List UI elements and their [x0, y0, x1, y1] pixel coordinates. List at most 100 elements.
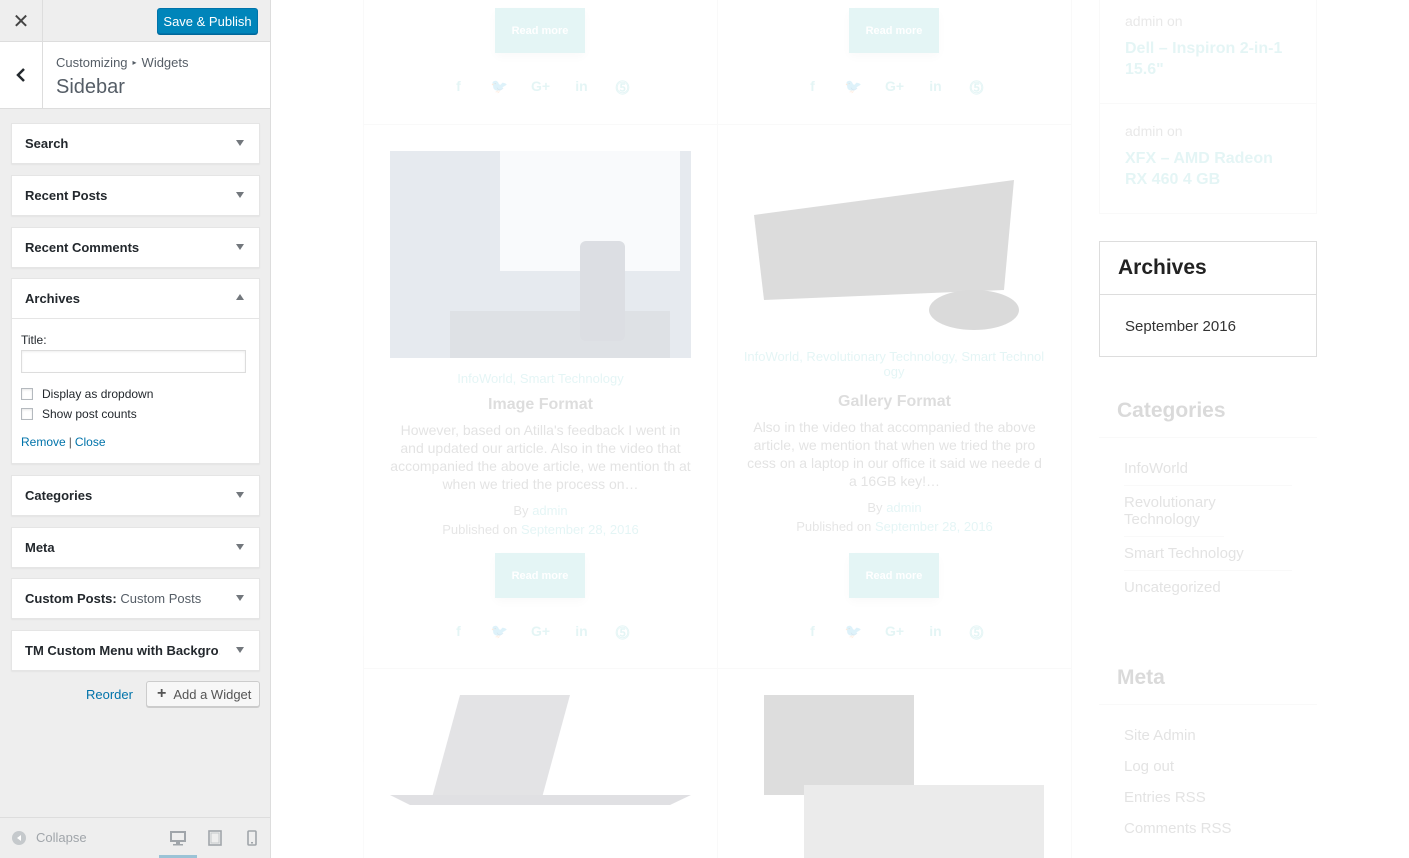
google-plus-icon[interactable]: G+ — [874, 78, 915, 98]
meta-heading: Meta — [1099, 652, 1317, 705]
chevron-up-icon[interactable] — [236, 294, 244, 300]
twitter-icon[interactable]: 🐦 — [479, 623, 520, 643]
meta-link[interactable]: Site Admin — [1124, 727, 1292, 758]
chevron-down-icon[interactable] — [236, 595, 244, 601]
chevron-down-icon[interactable] — [236, 244, 244, 250]
pinterest-icon[interactable]: ⓹ — [602, 623, 643, 643]
pinterest-icon[interactable]: ⓹ — [602, 78, 643, 98]
widget-archives[interactable]: Archives Title: Display as dropdown Show… — [11, 278, 260, 464]
category-link[interactable]: InfoWorld — [1124, 460, 1292, 486]
grid-divider — [717, 0, 718, 858]
twitter-icon[interactable]: 🐦 — [833, 78, 874, 98]
pinterest-icon[interactable]: ⓹ — [956, 78, 997, 98]
post-author-prefix: By — [513, 503, 529, 518]
widget-header[interactable]: Archives — [12, 279, 259, 318]
widget-meta[interactable]: Meta — [11, 527, 260, 568]
author-link[interactable]: admin — [886, 500, 921, 515]
post-excerpt: However, based on Atilla's feedback I we… — [390, 422, 691, 492]
linkedin-icon[interactable]: in — [561, 623, 602, 643]
recent-post-link[interactable]: XFX – AMD Radeon RX 460 4 GB — [1125, 148, 1295, 190]
read-more-button[interactable]: Read more — [849, 8, 939, 53]
panel-header: ✕ Save & Publish — [0, 0, 270, 42]
post-title[interactable]: Image Format — [390, 396, 691, 414]
read-more-button[interactable]: Read more — [495, 8, 585, 53]
widget-tm-custom-menu[interactable]: TM Custom Menu with Backgro… — [11, 630, 260, 671]
archives-widget[interactable]: Archives September 2016 — [1099, 241, 1317, 357]
category-link[interactable]: Uncategorized — [1124, 571, 1292, 604]
back-button[interactable] — [0, 42, 43, 108]
category-link[interactable]: Smart Technology — [1124, 537, 1292, 571]
save-publish-button[interactable]: Save & Publish — [157, 8, 258, 34]
meta-link[interactable]: Comments RSS — [1124, 820, 1292, 851]
close-link[interactable]: Close — [75, 435, 106, 449]
google-plus-icon[interactable]: G+ — [874, 623, 915, 643]
collapse-button[interactable]: Collapse — [12, 830, 87, 845]
meta-link[interactable]: Log out — [1124, 758, 1292, 789]
post-image-workspace — [764, 695, 1044, 858]
mobile-preview-icon[interactable] — [247, 830, 257, 846]
widget-categories[interactable]: Categories — [11, 475, 260, 516]
google-plus-icon[interactable]: G+ — [520, 623, 561, 643]
archive-link[interactable]: September 2016 — [1100, 295, 1316, 335]
widget-header[interactable]: Recent Comments — [12, 228, 259, 267]
widget-header[interactable]: Recent Posts — [12, 176, 259, 215]
dropdown-option[interactable]: Display as dropdown — [21, 387, 250, 401]
linkedin-icon[interactable]: in — [915, 623, 956, 643]
recent-post-link[interactable]: Dell – Inspiron 2-in-1 15.6" — [1125, 38, 1295, 80]
facebook-icon[interactable]: f — [438, 623, 479, 643]
widget-header[interactable]: TM Custom Menu with Backgro… — [12, 631, 259, 670]
read-more-button[interactable]: Read more — [849, 553, 939, 598]
chevron-down-icon[interactable] — [236, 492, 244, 498]
meta-list: Site Admin Log out Entries RSS Comments … — [1099, 705, 1317, 851]
title-input[interactable] — [21, 350, 246, 373]
meta-widget: Meta Site Admin Log out Entries RSS Comm… — [1099, 652, 1317, 858]
date-link[interactable]: September 28, 2016 — [875, 519, 993, 534]
chevron-down-icon[interactable] — [236, 544, 244, 550]
dropdown-checkbox[interactable] — [21, 388, 33, 400]
linkedin-icon[interactable]: in — [561, 78, 602, 98]
remove-link[interactable]: Remove — [21, 435, 66, 449]
chevron-down-icon[interactable] — [236, 647, 244, 653]
post-title[interactable]: Gallery Format — [744, 393, 1045, 411]
category-link[interactable]: Revolutionary Technology — [1124, 486, 1224, 537]
widget-recent-comments[interactable]: Recent Comments — [11, 227, 260, 268]
facebook-icon[interactable]: f — [438, 78, 479, 98]
add-widget-button[interactable]: + Add a Widget — [146, 681, 260, 707]
post-categories[interactable]: InfoWorld, Smart Technology — [390, 371, 691, 386]
post-counts-option[interactable]: Show post counts — [21, 407, 250, 421]
author-link[interactable]: admin — [532, 503, 567, 518]
recent-post-item: admin on XFX – AMD Radeon RX 460 4 GB — [1099, 104, 1317, 214]
facebook-icon[interactable]: f — [792, 623, 833, 643]
google-plus-icon[interactable]: G+ — [520, 78, 561, 98]
twitter-icon[interactable]: 🐦 — [479, 78, 520, 98]
widget-header[interactable]: Custom Posts: Custom Posts — [12, 579, 259, 618]
social-links: f 🐦 G+ in ⓹ — [792, 78, 997, 98]
categories-heading: Categories — [1099, 385, 1317, 438]
widget-search[interactable]: Search — [11, 123, 260, 164]
facebook-icon[interactable]: f — [792, 78, 833, 98]
dropdown-label: Display as dropdown — [42, 387, 154, 401]
grid-divider — [1071, 0, 1072, 858]
meta-link[interactable]: Entries RSS — [1124, 789, 1292, 820]
widget-custom-posts[interactable]: Custom Posts: Custom Posts — [11, 578, 260, 619]
desktop-preview-icon[interactable] — [170, 830, 186, 846]
widget-header[interactable]: Search — [12, 124, 259, 163]
chevron-down-icon[interactable] — [236, 192, 244, 198]
twitter-icon[interactable]: 🐦 — [833, 623, 874, 643]
social-links: f 🐦 G+ in ⓹ — [792, 623, 997, 643]
reorder-link[interactable]: Reorder — [86, 687, 133, 702]
post-categories[interactable]: InfoWorld, Revolutionary Technology, Sma… — [741, 349, 1047, 379]
close-customizer-button[interactable]: ✕ — [0, 0, 43, 42]
widget-header[interactable]: Categories — [12, 476, 259, 515]
pinterest-icon[interactable]: ⓹ — [956, 623, 997, 643]
widget-recent-posts[interactable]: Recent Posts — [11, 175, 260, 216]
linkedin-icon[interactable]: in — [915, 78, 956, 98]
tablet-preview-icon[interactable] — [208, 830, 222, 846]
widget-header[interactable]: Meta — [12, 528, 259, 567]
breadcrumb: Customizing ▸ Widgets — [56, 55, 189, 70]
read-more-button[interactable]: Read more — [495, 553, 585, 598]
categories-list: InfoWorld Revolutionary Technology Smart… — [1099, 438, 1317, 604]
post-counts-checkbox[interactable] — [21, 408, 33, 420]
chevron-down-icon[interactable] — [236, 140, 244, 146]
date-link[interactable]: September 28, 2016 — [521, 522, 639, 537]
